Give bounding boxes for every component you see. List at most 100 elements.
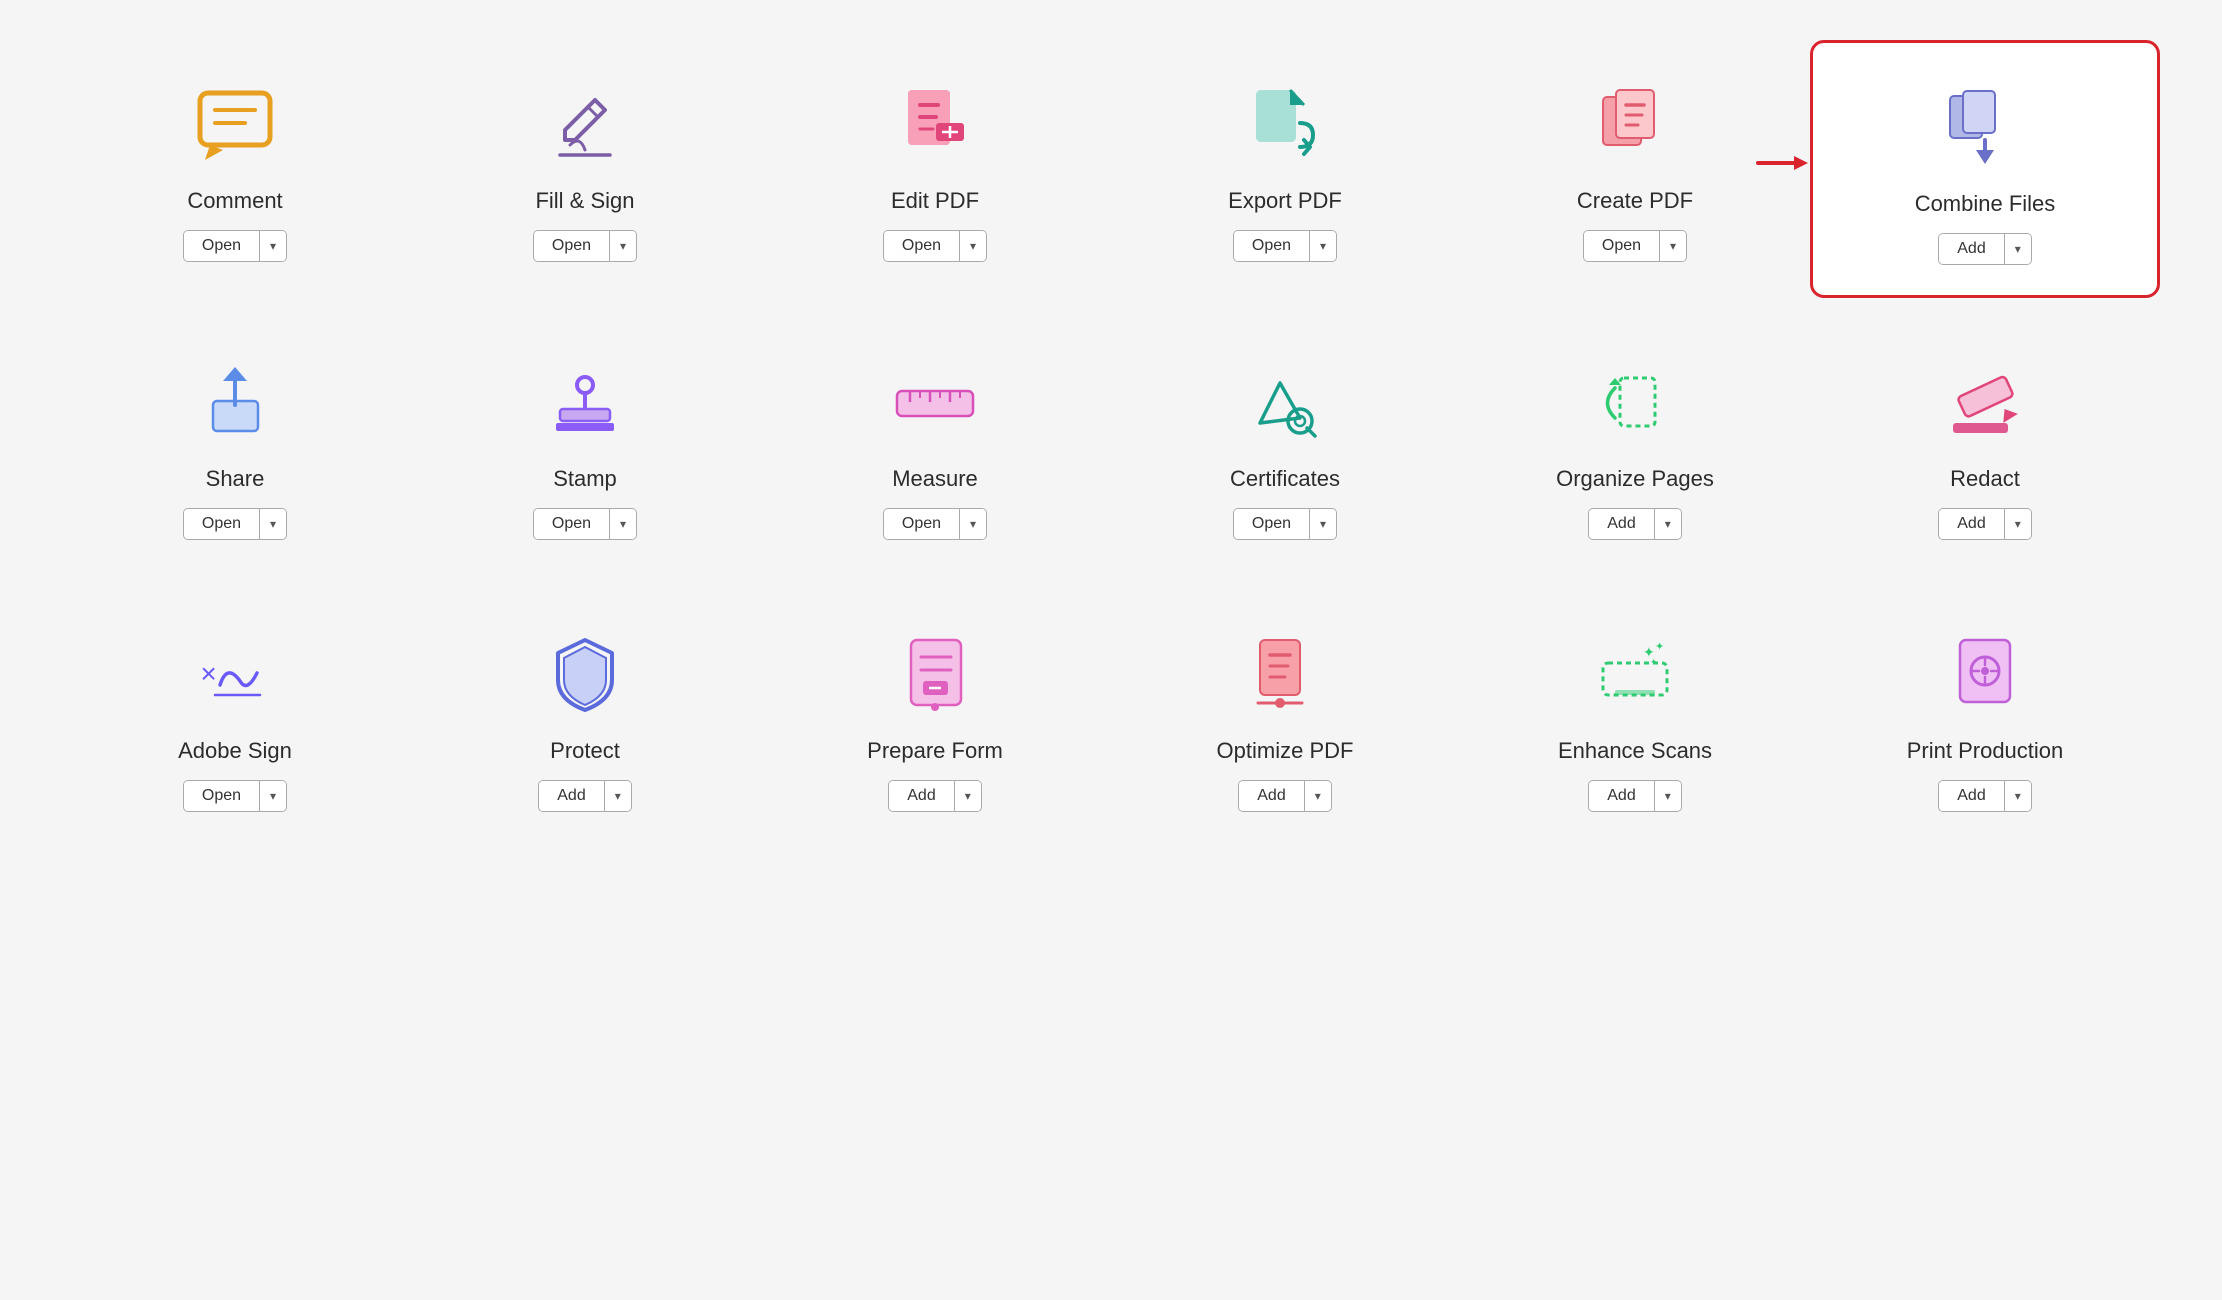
tool-edit-pdf: Edit PDF Open ▾ <box>760 40 1110 298</box>
optimize-pdf-add-btn[interactable]: Add <box>1239 781 1304 811</box>
protect-icon <box>540 630 630 720</box>
enhance-scans-dropdown-btn[interactable]: ▾ <box>1655 781 1681 811</box>
share-open-btn[interactable]: Open <box>184 509 260 539</box>
optimize-pdf-btn-group: Add ▾ <box>1238 780 1332 812</box>
optimize-pdf-dropdown-btn[interactable]: ▾ <box>1305 781 1331 811</box>
prepare-form-add-btn[interactable]: Add <box>889 781 954 811</box>
export-pdf-btn-group: Open ▾ <box>1233 230 1337 262</box>
measure-open-btn[interactable]: Open <box>884 509 960 539</box>
fill-sign-icon <box>540 80 630 170</box>
protect-add-btn[interactable]: Add <box>539 781 604 811</box>
fill-sign-btn-group: Open ▾ <box>533 230 637 262</box>
stamp-label: Stamp <box>553 466 617 492</box>
optimize-pdf-icon <box>1240 630 1330 720</box>
protect-dropdown-btn[interactable]: ▾ <box>605 781 631 811</box>
redact-label: Redact <box>1950 466 2020 492</box>
measure-icon <box>890 358 980 448</box>
svg-text:✦: ✦ <box>1655 641 1664 653</box>
print-production-dropdown-btn[interactable]: ▾ <box>2005 781 2031 811</box>
tool-export-pdf: Export PDF Open ▾ <box>1110 40 1460 298</box>
fill-sign-dropdown-btn[interactable]: ▾ <box>610 231 636 261</box>
edit-pdf-open-btn[interactable]: Open <box>884 231 960 261</box>
optimize-pdf-label: Optimize PDF <box>1217 738 1354 764</box>
enhance-scans-icon: ✦ ✦ ✦ <box>1590 630 1680 720</box>
measure-dropdown-btn[interactable]: ▾ <box>960 509 986 539</box>
certificates-icon <box>1240 358 1330 448</box>
redact-add-btn[interactable]: Add <box>1939 509 2004 539</box>
certificates-open-btn[interactable]: Open <box>1234 509 1310 539</box>
create-pdf-dropdown-btn[interactable]: ▾ <box>1660 231 1686 261</box>
create-pdf-icon <box>1590 80 1680 170</box>
tool-adobe-sign: × Adobe Sign Open ▾ <box>60 590 410 842</box>
stamp-btn-group: Open ▾ <box>533 508 637 540</box>
comment-dropdown-btn[interactable]: ▾ <box>260 231 286 261</box>
certificates-dropdown-btn[interactable]: ▾ <box>1310 509 1336 539</box>
share-icon <box>190 358 280 448</box>
share-label: Share <box>206 466 265 492</box>
edit-pdf-icon <box>890 80 980 170</box>
organize-pages-icon <box>1590 358 1680 448</box>
measure-btn-group: Open ▾ <box>883 508 987 540</box>
export-pdf-open-btn[interactable]: Open <box>1234 231 1310 261</box>
combine-files-dropdown-btn[interactable]: ▾ <box>2005 234 2031 264</box>
tool-fill-sign: Fill & Sign Open ▾ <box>410 40 760 298</box>
share-dropdown-btn[interactable]: ▾ <box>260 509 286 539</box>
edit-pdf-label: Edit PDF <box>891 188 979 214</box>
tool-print-production: Print Production Add ▾ <box>1810 590 2160 842</box>
tool-combine-files: Combine Files Add ▾ <box>1810 40 2160 298</box>
prepare-form-dropdown-btn[interactable]: ▾ <box>955 781 981 811</box>
prepare-form-icon <box>890 630 980 720</box>
tool-measure: Measure Open ▾ <box>760 318 1110 570</box>
prepare-form-btn-group: Add ▾ <box>888 780 982 812</box>
tool-share: Share Open ▾ <box>60 318 410 570</box>
certificates-label: Certificates <box>1230 466 1340 492</box>
certificates-btn-group: Open ▾ <box>1233 508 1337 540</box>
export-pdf-dropdown-btn[interactable]: ▾ <box>1310 231 1336 261</box>
fill-sign-label: Fill & Sign <box>535 188 634 214</box>
tool-organize-pages: Organize Pages Add ▾ <box>1460 318 1810 570</box>
edit-pdf-btn-group: Open ▾ <box>883 230 987 262</box>
export-pdf-label: Export PDF <box>1228 188 1342 214</box>
enhance-scans-btn-group: Add ▾ <box>1588 780 1682 812</box>
print-production-label: Print Production <box>1907 738 2064 764</box>
adobe-sign-btn-group: Open ▾ <box>183 780 287 812</box>
combine-files-arrow <box>1758 151 2212 181</box>
print-production-add-btn[interactable]: Add <box>1939 781 2004 811</box>
adobe-sign-open-btn[interactable]: Open <box>184 781 260 811</box>
redact-btn-group: Add ▾ <box>1938 508 2032 540</box>
combine-files-btn-group: Add ▾ <box>1938 233 2032 265</box>
tool-prepare-form: Prepare Form Add ▾ <box>760 590 1110 842</box>
create-pdf-label: Create PDF <box>1577 188 1693 214</box>
tool-comment: Comment Open ▾ <box>60 40 410 298</box>
protect-label: Protect <box>550 738 620 764</box>
print-production-btn-group: Add ▾ <box>1938 780 2032 812</box>
svg-text:×: × <box>200 658 216 689</box>
comment-open-btn[interactable]: Open <box>184 231 260 261</box>
stamp-open-btn[interactable]: Open <box>534 509 610 539</box>
stamp-dropdown-btn[interactable]: ▾ <box>610 509 636 539</box>
organize-pages-add-btn[interactable]: Add <box>1589 509 1654 539</box>
tool-stamp: Stamp Open ▾ <box>410 318 760 570</box>
organize-pages-dropdown-btn[interactable]: ▾ <box>1655 509 1681 539</box>
redact-icon <box>1940 358 2030 448</box>
create-pdf-btn-group: Open ▾ <box>1583 230 1687 262</box>
adobe-sign-icon: × <box>190 630 280 720</box>
create-pdf-open-btn[interactable]: Open <box>1584 231 1660 261</box>
tool-protect: Protect Add ▾ <box>410 590 760 842</box>
comment-label: Comment <box>187 188 282 214</box>
comment-icon <box>190 80 280 170</box>
combine-files-add-btn[interactable]: Add <box>1939 234 2004 264</box>
organize-pages-label: Organize Pages <box>1556 466 1714 492</box>
tool-enhance-scans: ✦ ✦ ✦ Enhance Scans Add ▾ <box>1460 590 1810 842</box>
edit-pdf-dropdown-btn[interactable]: ▾ <box>960 231 986 261</box>
enhance-scans-add-btn[interactable]: Add <box>1589 781 1654 811</box>
prepare-form-label: Prepare Form <box>867 738 1003 764</box>
fill-sign-open-btn[interactable]: Open <box>534 231 610 261</box>
comment-btn-group: Open ▾ <box>183 230 287 262</box>
measure-label: Measure <box>892 466 978 492</box>
svg-text:✦: ✦ <box>1650 657 1658 667</box>
redact-dropdown-btn[interactable]: ▾ <box>2005 509 2031 539</box>
adobe-sign-dropdown-btn[interactable]: ▾ <box>260 781 286 811</box>
organize-pages-btn-group: Add ▾ <box>1588 508 1682 540</box>
protect-btn-group: Add ▾ <box>538 780 632 812</box>
